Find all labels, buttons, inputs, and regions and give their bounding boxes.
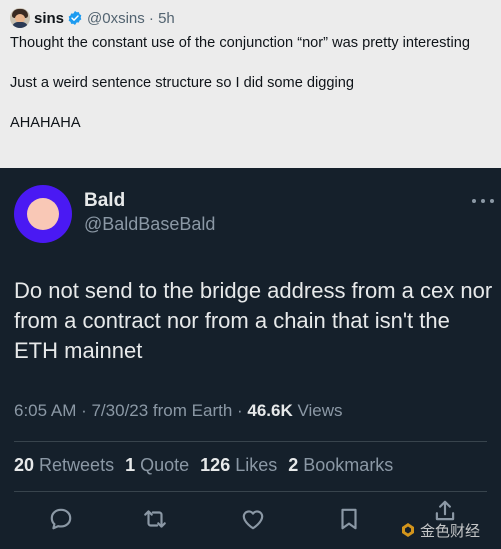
watermark-text: 金色财经	[420, 522, 481, 540]
tweet-meta: 6:05 AM · 7/30/23 from Earth · 46.6K Vie…	[14, 401, 343, 421]
likes-stat[interactable]: 126 Likes	[200, 455, 277, 475]
quotes-stat[interactable]: 1 Quote	[125, 455, 189, 475]
quote-author-avatar[interactable]	[10, 8, 30, 28]
quote-tweet[interactable]: sins @0xsins · 5h Thought the constant u…	[0, 0, 501, 168]
bookmarks-stat[interactable]: 2 Bookmarks	[288, 455, 393, 475]
divider	[14, 491, 487, 492]
retweet-icon[interactable]	[142, 506, 168, 532]
quote-tweet-header: sins @0xsins · 5h	[10, 7, 175, 29]
tweet-text: Do not send to the bridge address from a…	[14, 278, 493, 363]
tweet-stats: 20 Retweets 1 Quote 126 Likes 2 Bookmark…	[14, 455, 393, 476]
tweet-timestamp[interactable]: 6:05 AM · 7/30/23 from Earth ·	[14, 401, 247, 420]
quote-tweet-text: Thought the constant use of the conjunct…	[10, 35, 470, 131]
bookmark-icon[interactable]	[336, 506, 362, 532]
quote-author-handle[interactable]: @0xsins · 5h	[87, 10, 175, 27]
author-name[interactable]: Bald	[84, 190, 125, 212]
watermark: 金色财经	[400, 518, 480, 542]
views-count: 46.6K	[247, 401, 293, 420]
reply-icon[interactable]	[48, 506, 74, 532]
more-icon[interactable]	[472, 190, 494, 212]
author-avatar[interactable]	[14, 185, 72, 243]
retweets-stat[interactable]: 20 Retweets	[14, 455, 114, 475]
divider	[14, 441, 487, 442]
like-icon[interactable]	[240, 506, 266, 532]
verified-icon	[68, 11, 82, 25]
quote-author-name[interactable]: sins	[34, 10, 64, 27]
views-label: Views	[292, 401, 343, 420]
author-handle[interactable]: @BaldBaseBald	[84, 214, 215, 235]
watermark-logo-icon	[402, 523, 414, 537]
